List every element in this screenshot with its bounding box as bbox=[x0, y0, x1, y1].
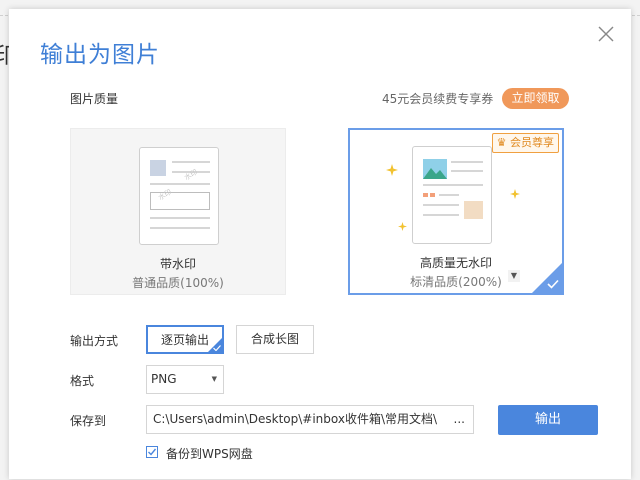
output-mode-label: 输出方式 bbox=[70, 334, 119, 348]
option-title: 高质量无水印 bbox=[419, 256, 492, 270]
document-watermark-icon: 水印 水印 bbox=[139, 147, 219, 245]
check-icon bbox=[148, 448, 157, 456]
check-icon bbox=[213, 345, 221, 351]
option-subtitle: 标清品质(200%) bbox=[410, 275, 502, 289]
format-value: PNG bbox=[151, 372, 177, 386]
sparkle-icon bbox=[510, 189, 520, 199]
close-icon[interactable] bbox=[597, 25, 615, 43]
sparkle-icon bbox=[398, 222, 407, 231]
sparkle-icon bbox=[386, 164, 398, 176]
quality-dropdown-icon[interactable]: ▼ bbox=[508, 270, 520, 282]
quality-option-high-quality[interactable]: ♛ 会员尊享 高质量无水印 标清品质(200%) ▼ bbox=[348, 128, 564, 295]
save-label: 保存到 bbox=[70, 414, 107, 428]
chevron-down-icon: ▼ bbox=[211, 375, 217, 383]
format-select[interactable]: PNG ▼ bbox=[146, 365, 224, 394]
promo-text: 45元会员续费专享券 bbox=[382, 92, 494, 106]
mode-page-by-page-button[interactable]: 逐页输出 bbox=[146, 325, 224, 354]
option-title: 带水印 bbox=[159, 257, 196, 271]
export-image-dialog: 输出为图片 图片质量 45元会员续费专享券 立即领取 水印 水印 带水印 普通品… bbox=[9, 9, 631, 479]
vip-badge-label: 会员尊享 bbox=[510, 136, 554, 149]
save-path-value: C:\Users\admin\Desktop\#inbox收件箱\常用文档\ bbox=[153, 412, 438, 426]
crown-icon: ♛ bbox=[496, 136, 507, 149]
save-path-field[interactable]: C:\Users\admin\Desktop\#inbox收件箱\常用文档\ .… bbox=[146, 405, 474, 434]
backup-label: 备份到WPS网盘 bbox=[166, 447, 253, 461]
dialog-title: 输出为图片 bbox=[40, 42, 160, 68]
quality-option-watermark[interactable]: 水印 水印 带水印 普通品质(100%) bbox=[70, 128, 286, 295]
image-icon bbox=[423, 159, 447, 179]
claim-coupon-button[interactable]: 立即领取 bbox=[502, 88, 569, 109]
export-button[interactable]: 输出 bbox=[498, 405, 598, 435]
browse-button[interactable]: ... bbox=[454, 406, 465, 433]
mode-label: 合成长图 bbox=[250, 332, 299, 346]
mode-label: 逐页输出 bbox=[160, 333, 209, 347]
vip-badge: ♛ 会员尊享 bbox=[491, 133, 559, 153]
backup-checkbox[interactable] bbox=[146, 446, 158, 458]
option-subtitle: 普通品质(100%) bbox=[132, 276, 224, 290]
quality-label: 图片质量 bbox=[70, 92, 119, 106]
document-hq-icon bbox=[412, 146, 492, 244]
avatar-icon bbox=[464, 201, 483, 219]
check-icon bbox=[547, 279, 559, 289]
format-label: 格式 bbox=[70, 374, 95, 388]
mode-long-image-button[interactable]: 合成长图 bbox=[236, 325, 314, 354]
